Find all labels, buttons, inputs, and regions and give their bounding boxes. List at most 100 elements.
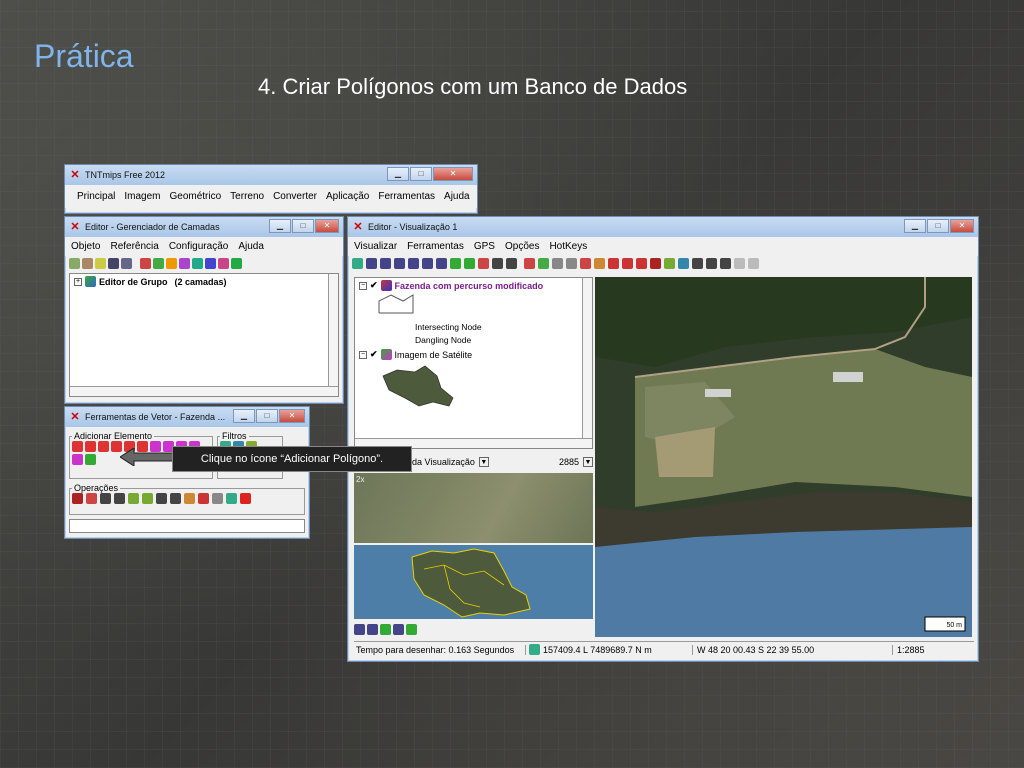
camera-icon[interactable] — [506, 258, 517, 269]
expand-icon[interactable]: + — [74, 277, 82, 286]
collapse-icon[interactable]: − — [359, 281, 367, 290]
copy-icon[interactable] — [706, 258, 717, 269]
add-layer-icon[interactable] — [140, 258, 151, 269]
label-icon[interactable] — [198, 493, 209, 504]
check-icon[interactable] — [226, 493, 237, 504]
close-button[interactable]: ✕ — [950, 219, 974, 233]
zoom-region-icon[interactable] — [636, 258, 647, 269]
zoom-previous-icon[interactable] — [464, 258, 475, 269]
menu-aplicacao[interactable]: Aplicação — [326, 191, 369, 202]
open-folder-icon[interactable] — [95, 258, 106, 269]
node-tool-icon[interactable] — [566, 258, 577, 269]
menu-referencia[interactable]: Referência — [110, 241, 158, 252]
menu-ajuda[interactable]: Ajuda — [238, 241, 264, 252]
trim-icon[interactable] — [170, 493, 181, 504]
menu-geometrico[interactable]: Geométrico — [169, 191, 221, 202]
minimize-button[interactable]: ▁ — [904, 219, 926, 233]
undo-icon[interactable] — [734, 258, 745, 269]
legend-icon[interactable] — [678, 258, 689, 269]
save-icon[interactable] — [108, 258, 119, 269]
minimize-button[interactable]: ▁ — [233, 409, 255, 423]
menu-visualizar[interactable]: Visualizar — [354, 241, 397, 252]
menu-gps[interactable]: GPS — [474, 241, 495, 252]
vector-icon[interactable] — [166, 258, 177, 269]
close-button[interactable]: ✕ — [315, 219, 339, 233]
select-tool-icon[interactable] — [538, 258, 549, 269]
main-map-view[interactable]: 50 m — [595, 277, 972, 637]
cancel-icon[interactable] — [622, 258, 633, 269]
zoom-fit-icon[interactable] — [394, 258, 405, 269]
locator-overview[interactable] — [354, 545, 593, 619]
menu-hotkeys[interactable]: HotKeys — [549, 241, 587, 252]
horizontal-scrollbar[interactable] — [70, 386, 338, 396]
print-icon[interactable] — [121, 258, 132, 269]
dataTip-icon[interactable] — [580, 258, 591, 269]
menu-terreno[interactable]: Terreno — [230, 191, 264, 202]
close-button[interactable]: ✕ — [279, 409, 305, 423]
full-view-icon[interactable] — [366, 258, 377, 269]
tin-icon[interactable] — [205, 258, 216, 269]
menu-opcoes[interactable]: Opções — [505, 241, 539, 252]
rotate-icon[interactable] — [142, 493, 153, 504]
shape-icon[interactable] — [192, 258, 203, 269]
collapse-icon[interactable]: − — [359, 350, 367, 359]
menu-objeto[interactable]: Objeto — [71, 241, 100, 252]
add-polygon-icon[interactable] — [98, 441, 109, 452]
layer2-row[interactable]: − ✔ Imagem de Satélite — [355, 345, 592, 362]
menu-ferramentas[interactable]: Ferramentas — [407, 241, 464, 252]
visible-check-icon[interactable]: ✔ — [370, 349, 378, 360]
magnify-icon[interactable] — [393, 623, 404, 635]
move-icon[interactable] — [128, 493, 139, 504]
menu-principal[interactable]: Principal — [77, 191, 115, 202]
menu-ajuda[interactable]: Ajuda — [444, 191, 470, 202]
sketch-icon[interactable] — [664, 258, 675, 269]
main-window-titlebar[interactable]: ✕ TNTmips Free 2012 ▁ □ ✕ — [65, 165, 477, 185]
attributes-icon[interactable] — [212, 493, 223, 504]
zoom-overview-icon[interactable] — [380, 623, 391, 635]
redraw-icon[interactable] — [352, 258, 363, 269]
menu-ferramentas[interactable]: Ferramentas — [378, 191, 435, 202]
legend-view-icon[interactable] — [354, 623, 365, 635]
minimize-button[interactable]: ▁ — [387, 167, 409, 181]
vector-tools-titlebar[interactable]: ✕ Ferramentas de Vetor - Fazenda ... ▁ □… — [65, 407, 309, 427]
maximize-button[interactable]: □ — [256, 409, 278, 423]
close-button[interactable]: ✕ — [433, 167, 473, 181]
binoculars-icon[interactable] — [492, 258, 503, 269]
position-icon[interactable] — [529, 644, 540, 655]
vertical-scrollbar[interactable] — [328, 274, 338, 396]
maximize-button[interactable]: □ — [410, 167, 432, 181]
view-window-titlebar[interactable]: ✕ Editor - Visualização 1 ▁ □ ✕ — [348, 217, 978, 237]
redo-icon[interactable] — [748, 258, 759, 269]
add-polyline-icon[interactable] — [85, 441, 96, 452]
dropdown-arrow-icon[interactable]: ▼ — [583, 457, 593, 467]
dropdown-arrow-icon[interactable]: ▼ — [478, 457, 489, 467]
vertical-scrollbar[interactable] — [582, 278, 592, 448]
zoom-preview[interactable]: 2x — [354, 473, 593, 543]
maximize-button[interactable]: □ — [927, 219, 949, 233]
measure-icon[interactable] — [478, 258, 489, 269]
map-icon[interactable] — [406, 623, 417, 635]
layer-manager-titlebar[interactable]: ✕ Editor - Gerenciador de Camadas ▁ □ ✕ — [65, 217, 343, 237]
database-icon[interactable] — [218, 258, 229, 269]
cad-icon[interactable] — [179, 258, 190, 269]
menu-configuracao[interactable]: Configuração — [169, 241, 228, 252]
zoom-layer-icon[interactable] — [450, 258, 461, 269]
snap-icon[interactable] — [184, 493, 195, 504]
group-row[interactable]: + Editor de Grupo (2 camadas) — [70, 274, 338, 289]
locator-select-label[interactable]: da Visualização — [412, 457, 475, 467]
raster-icon[interactable] — [153, 258, 164, 269]
zoom-in-icon[interactable] — [408, 258, 419, 269]
layer1-row[interactable]: − ✔ Fazenda com percurso modificado — [355, 278, 592, 293]
add-text-icon[interactable] — [85, 454, 96, 465]
split-icon[interactable] — [100, 493, 111, 504]
maximize-button[interactable]: □ — [292, 219, 314, 233]
edit-icon[interactable] — [86, 493, 97, 504]
stop-icon[interactable] — [608, 258, 619, 269]
visible-check-icon[interactable]: ✔ — [370, 280, 378, 291]
minimize-button[interactable]: ▁ — [269, 219, 291, 233]
delete-icon[interactable] — [240, 493, 251, 504]
add-layer-icon[interactable] — [524, 258, 535, 269]
menu-imagem[interactable]: Imagem — [124, 191, 160, 202]
pencil-icon[interactable] — [69, 258, 80, 269]
new-layer-icon[interactable] — [82, 258, 93, 269]
